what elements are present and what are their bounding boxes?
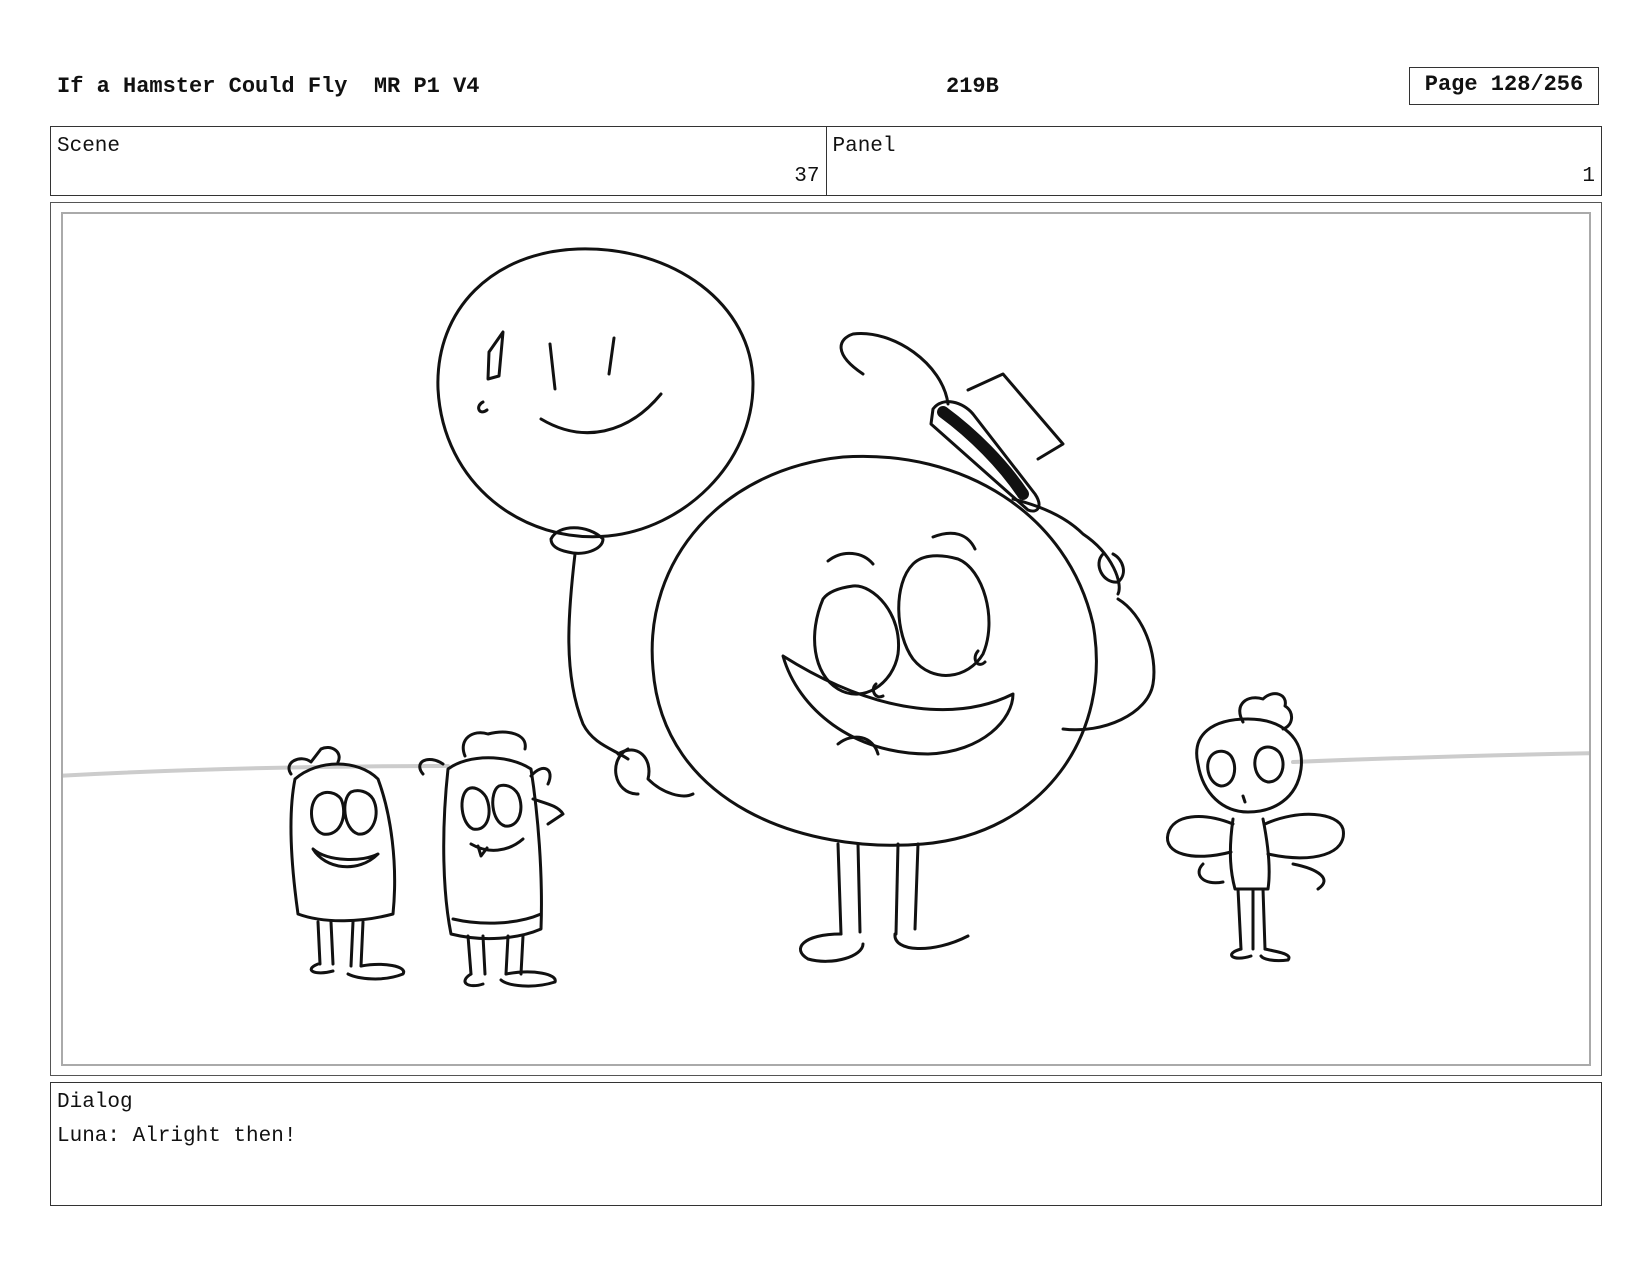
- panel-number: 1: [1582, 165, 1595, 188]
- storyboard-sketch: [63, 247, 1589, 988]
- panel-cell: Panel 1: [825, 127, 1602, 195]
- winged-girl-drawing: [1166, 692, 1345, 963]
- page-number: Page 128/256: [1409, 67, 1599, 105]
- document-title: If a Hamster Could Fly MR P1 V4: [57, 74, 480, 99]
- scene-label: Scene: [57, 135, 121, 158]
- scene-panel-row: Scene 37 Panel 1: [50, 126, 1602, 196]
- storyboard-panel: [61, 212, 1591, 1066]
- kid-character-left-drawing: [287, 746, 406, 981]
- scene-cell: Scene 37: [51, 127, 826, 195]
- storyboard-frame: [50, 202, 1602, 1076]
- panel-label: Panel: [832, 135, 896, 158]
- dialog-box: Dialog Luna: Alright then!: [50, 1082, 1602, 1206]
- balloon-drawing: [436, 247, 755, 761]
- kid-character-middle-drawing: [418, 730, 565, 988]
- round-character-drawing: [614, 332, 1156, 963]
- dialog-label: Dialog: [57, 1091, 133, 1114]
- scene-number: 37: [794, 165, 820, 188]
- sequence-code: 219B: [946, 74, 999, 99]
- horizon-line-left: [63, 764, 450, 778]
- dialog-line: Luna: Alright then!: [57, 1125, 297, 1148]
- horizon-line-right: [1291, 751, 1589, 764]
